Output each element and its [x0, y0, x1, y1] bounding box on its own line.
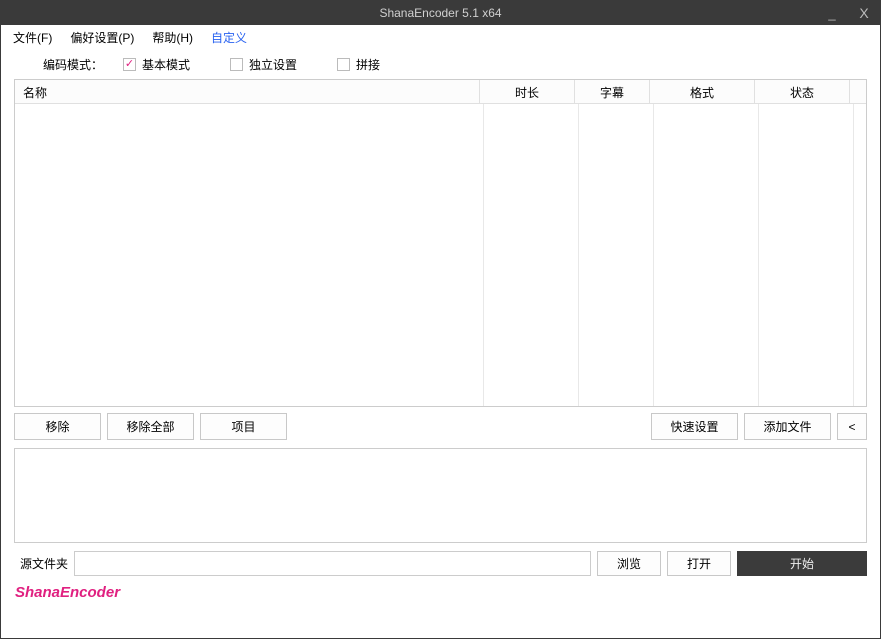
project-button[interactable]: 项目 — [200, 413, 287, 440]
encoding-mode-row: 编码模式： ✓ 基本模式 独立设置 拼接 — [1, 49, 880, 79]
remove-button[interactable]: 移除 — [14, 413, 101, 440]
col-subtitle[interactable]: 字幕 — [575, 80, 650, 103]
mode-basic-label: 基本模式 — [142, 56, 190, 73]
checkbox-icon — [230, 58, 243, 71]
output-row: 源文件夹 浏览 打开 开始 — [14, 551, 867, 576]
source-folder-checkbox[interactable]: 源文件夹 — [14, 555, 68, 572]
mode-basic-checkbox[interactable]: ✓ 基本模式 — [123, 56, 190, 73]
close-button[interactable]: X — [848, 1, 880, 25]
action-button-row: 移除 移除全部 项目 快速设置 添加文件 < — [14, 413, 867, 440]
output-path-input[interactable] — [74, 551, 591, 576]
open-button[interactable]: 打开 — [667, 551, 731, 576]
menu-bar: 文件(F) 偏好设置(P) 帮助(H) 自定义 — [1, 25, 880, 49]
quick-setup-button[interactable]: 快速设置 — [651, 413, 738, 440]
browse-button[interactable]: 浏览 — [597, 551, 661, 576]
table-body[interactable] — [15, 104, 866, 406]
col-duration[interactable]: 时长 — [480, 80, 575, 103]
encoding-mode-label: 编码模式： — [43, 56, 103, 73]
add-file-button[interactable]: 添加文件 — [744, 413, 831, 440]
menu-help[interactable]: 帮助(H) — [152, 29, 193, 46]
window-controls: _ X — [816, 1, 880, 25]
settings-info-box — [14, 448, 867, 543]
col-status[interactable]: 状态 — [755, 80, 850, 103]
checkbox-icon — [337, 58, 350, 71]
title-bar: ShanaEncoder 5.1 x64 _ X — [1, 1, 880, 25]
footer-brand: ShanaEncoder — [1, 576, 880, 601]
file-table: 名称 时长 字幕 格式 状态 — [14, 79, 867, 407]
source-folder-label: 源文件夹 — [20, 555, 68, 572]
col-name[interactable]: 名称 — [15, 80, 480, 103]
mode-concat-label: 拼接 — [356, 56, 380, 73]
table-header: 名称 时长 字幕 格式 状态 — [15, 80, 866, 104]
col-format[interactable]: 格式 — [650, 80, 755, 103]
menu-file[interactable]: 文件(F) — [13, 29, 52, 46]
menu-preferences[interactable]: 偏好设置(P) — [70, 29, 134, 46]
mode-independent-label: 独立设置 — [249, 56, 297, 73]
check-icon: ✓ — [123, 58, 136, 71]
toggle-panel-button[interactable]: < — [837, 413, 867, 440]
mode-concat-checkbox[interactable]: 拼接 — [337, 56, 380, 73]
col-spacer — [850, 80, 866, 103]
mode-independent-checkbox[interactable]: 独立设置 — [230, 56, 297, 73]
remove-all-button[interactable]: 移除全部 — [107, 413, 194, 440]
menu-custom[interactable]: 自定义 — [211, 29, 247, 46]
minimize-button[interactable]: _ — [816, 1, 848, 25]
start-button[interactable]: 开始 — [737, 551, 867, 576]
window-title: ShanaEncoder 5.1 x64 — [379, 6, 501, 20]
